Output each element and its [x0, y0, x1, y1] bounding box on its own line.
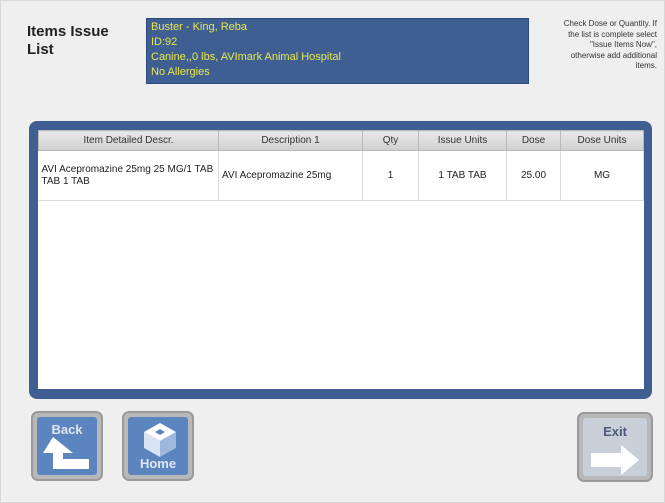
page-title: Items Issue List	[27, 23, 109, 58]
table-header-row: Item Detailed Descr. Description 1 Qty I…	[38, 130, 644, 151]
patient-info-panel: Buster - King, Reba ID:92 Canine,,0 lbs,…	[146, 18, 529, 84]
column-header-item-detailed-descr[interactable]: Item Detailed Descr.	[38, 130, 219, 151]
back-button-label: Back	[51, 422, 83, 437]
cell-dose-units[interactable]: MG	[560, 150, 644, 201]
column-header-issue-units[interactable]: Issue Units	[418, 130, 507, 151]
items-issue-screen: Items Issue List Buster - King, Reba ID:…	[0, 0, 665, 503]
patient-species-clinic: Canine,,0 lbs, AVImark Animal Hospital	[151, 51, 341, 63]
home-button-face: Home	[128, 417, 188, 475]
exit-button[interactable]: Exit	[577, 412, 653, 482]
column-header-qty[interactable]: Qty	[362, 130, 419, 151]
cell-dose[interactable]: 25.00	[506, 150, 561, 201]
back-button[interactable]: Back	[31, 411, 103, 481]
column-header-dose[interactable]: Dose	[506, 130, 561, 151]
cell-item-detailed-descr[interactable]: AVI Acepromazine 25mg 25 MG/1 TAB TAB 1 …	[38, 150, 219, 201]
back-button-face: Back	[37, 417, 97, 475]
patient-id: ID:92	[151, 36, 178, 48]
patient-allergies: No Allergies	[151, 66, 210, 78]
patient-name: Buster - King, Reba	[151, 21, 247, 33]
home-button-label: Home	[139, 456, 177, 471]
column-header-dose-units[interactable]: Dose Units	[560, 130, 644, 151]
items-table-container[interactable]: Item Detailed Descr. Description 1 Qty I…	[38, 130, 644, 389]
exit-button-face: Exit	[583, 418, 647, 476]
home-button[interactable]: Home	[122, 411, 194, 481]
items-table: Item Detailed Descr. Description 1 Qty I…	[38, 130, 644, 201]
cell-description-1[interactable]: AVI Acepromazine 25mg	[218, 150, 363, 201]
items-table-frame: Item Detailed Descr. Description 1 Qty I…	[29, 121, 652, 399]
exit-arrow-icon	[591, 445, 639, 475]
cell-issue-units[interactable]: 1 TAB TAB	[418, 150, 507, 201]
instructions-text: Check Dose or Quantity. If the list is c…	[563, 19, 657, 70]
table-row[interactable]: AVI Acepromazine 25mg 25 MG/1 TAB TAB 1 …	[38, 150, 644, 201]
column-header-description-1[interactable]: Description 1	[218, 130, 363, 151]
cell-qty[interactable]: 1	[362, 150, 419, 201]
